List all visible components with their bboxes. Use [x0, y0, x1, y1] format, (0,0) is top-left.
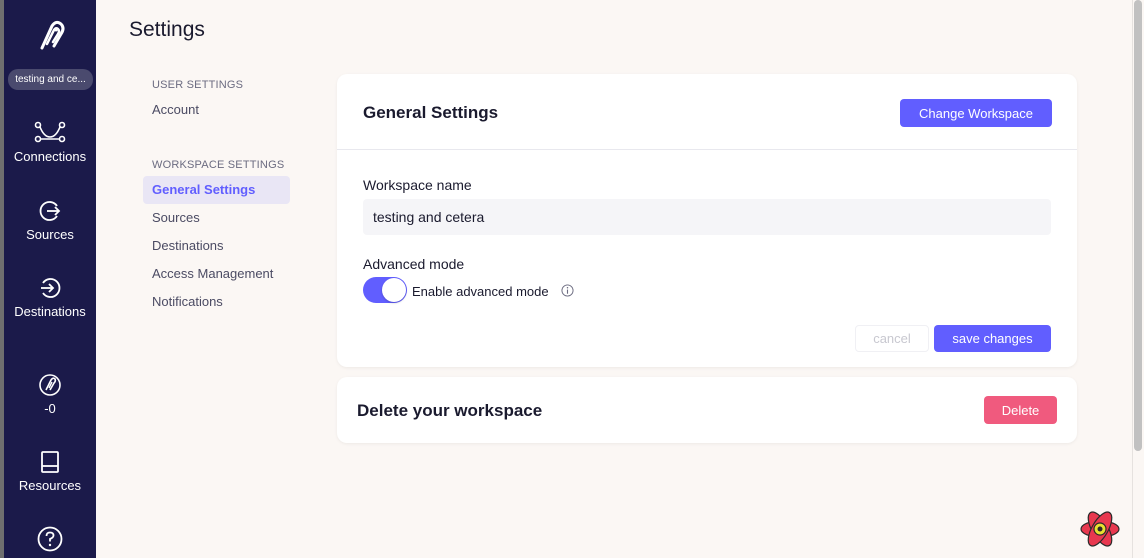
- sidebar-item-label: Sources: [26, 227, 74, 242]
- sidebar-item-help[interactable]: [4, 526, 96, 552]
- sidebar-item-resources[interactable]: Resources: [4, 450, 96, 493]
- settings-menu-access-management[interactable]: Access Management: [143, 260, 290, 288]
- sidebar-item-connections[interactable]: Connections: [4, 121, 96, 164]
- info-icon[interactable]: [561, 284, 574, 297]
- sidebar-item-label: -0: [44, 401, 56, 416]
- sidebar: testing and ce... Connections Sources De…: [4, 0, 96, 558]
- book-icon: [41, 451, 59, 473]
- cancel-button[interactable]: cancel: [855, 325, 929, 352]
- sidebar-item-label: Resources: [18, 478, 82, 493]
- workspace-settings-heading: WORKSPACE SETTINGS: [152, 159, 285, 171]
- delete-workspace-title: Delete your workspace: [357, 401, 543, 420]
- settings-menu-account[interactable]: Account: [143, 96, 290, 124]
- general-settings-card: General Settings Change Workspace Worksp…: [337, 74, 1077, 367]
- airbyte-logo-icon[interactable]: [32, 18, 68, 54]
- workspace-name-label: Workspace name: [363, 177, 472, 193]
- advanced-mode-toggle-label: Enable advanced mode: [412, 284, 549, 299]
- sidebar-item-label: Destinations: [14, 304, 86, 319]
- sidebar-item-credits[interactable]: -0: [4, 373, 96, 416]
- destinations-icon: [41, 278, 61, 298]
- delete-workspace-card: Delete your workspace Delete: [337, 377, 1077, 443]
- credits-icon: [39, 374, 61, 396]
- toggle-knob: [382, 278, 406, 302]
- sources-icon: [39, 201, 61, 221]
- sidebar-item-sources[interactable]: Sources: [4, 199, 96, 242]
- workspace-selector[interactable]: testing and ce...: [8, 69, 93, 90]
- sidebar-item-destinations[interactable]: Destinations: [4, 276, 96, 319]
- page-title: Settings: [129, 18, 205, 41]
- user-settings-heading: USER SETTINGS: [152, 79, 244, 91]
- save-changes-button[interactable]: save changes: [934, 325, 1051, 352]
- sidebar-item-label: Connections: [13, 149, 87, 164]
- help-icon: [37, 526, 63, 552]
- settings-menu-destinations[interactable]: Destinations: [143, 232, 290, 260]
- settings-menu-general-settings[interactable]: General Settings: [143, 176, 290, 204]
- settings-menu-notifications[interactable]: Notifications: [143, 288, 290, 316]
- connections-icon: [34, 121, 66, 143]
- scrollbar-thumb[interactable]: [1134, 0, 1142, 451]
- settings-menu-sources[interactable]: Sources: [143, 204, 290, 232]
- delete-button[interactable]: Delete: [984, 396, 1057, 424]
- react-devtools-icon[interactable]: [1079, 508, 1121, 550]
- general-settings-title: General Settings: [363, 103, 499, 122]
- advanced-mode-label: Advanced mode: [363, 256, 465, 272]
- vertical-scrollbar[interactable]: [1132, 0, 1144, 558]
- advanced-mode-toggle[interactable]: [363, 277, 407, 303]
- change-workspace-button[interactable]: Change Workspace: [900, 99, 1052, 127]
- workspace-name-input[interactable]: [363, 199, 1051, 235]
- card-divider: [337, 149, 1077, 150]
